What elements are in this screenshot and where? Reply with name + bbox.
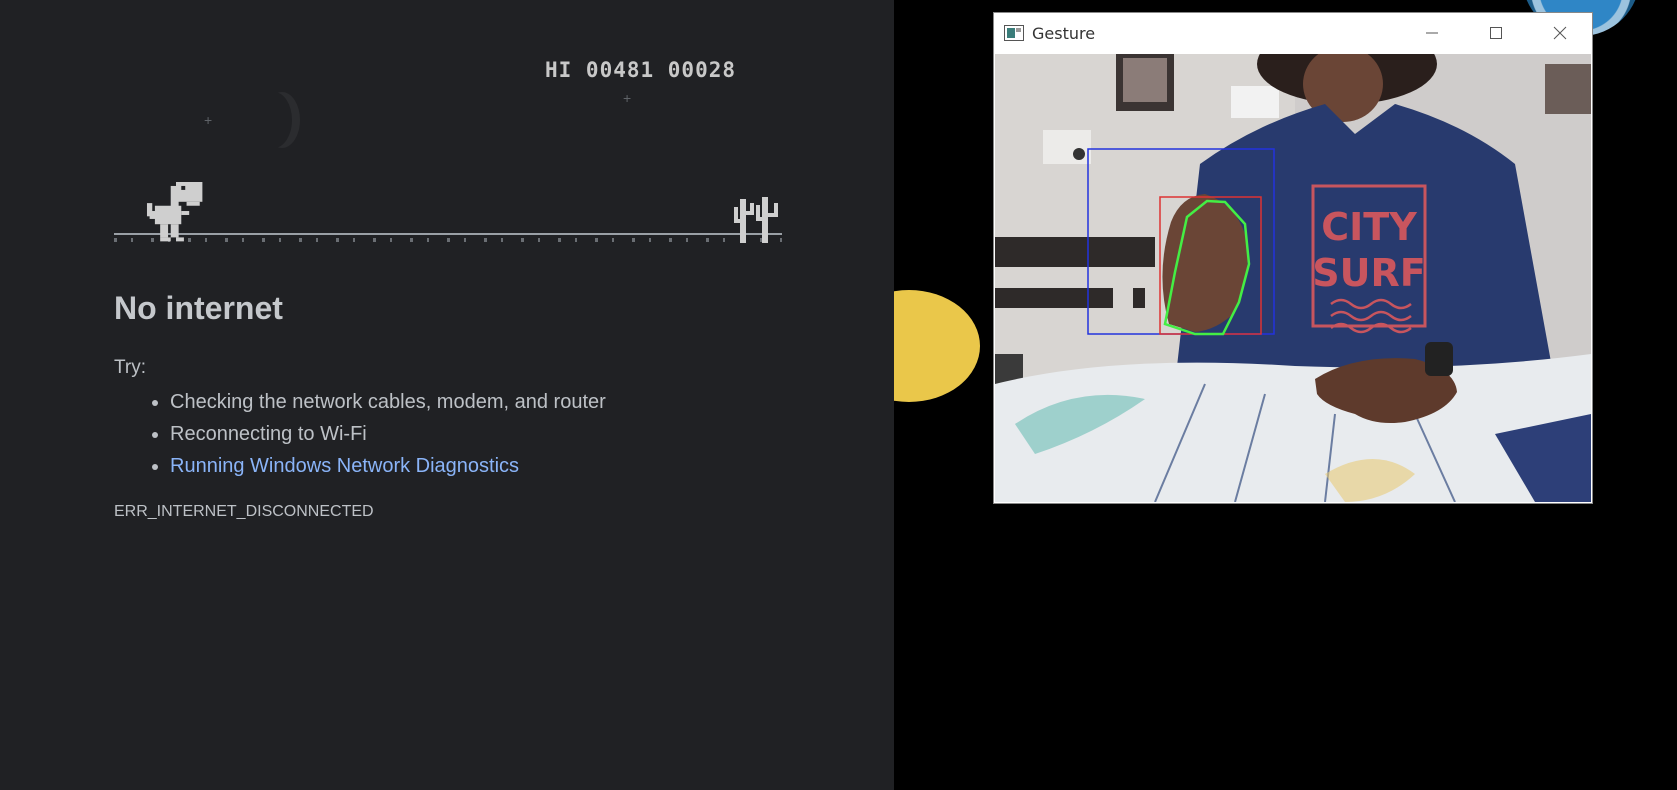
network-diagnostics-link[interactable]: Running Windows Network Diagnostics — [170, 455, 519, 477]
suggestion-item: Reconnecting to Wi-Fi — [170, 418, 606, 450]
shirt-text-city: CITY — [1321, 205, 1417, 249]
star-icon: + — [204, 112, 213, 128]
dino-game[interactable] — [114, 170, 782, 245]
shirt-text-surf: SURF — [1312, 251, 1425, 295]
try-label: Try: — [114, 357, 147, 378]
ground-texture — [114, 238, 782, 242]
suggestion-list: Checking the network cables, modem, and … — [114, 386, 606, 482]
suggestion-item: Running Windows Network Diagnostics — [170, 450, 606, 482]
close-button[interactable] — [1528, 13, 1592, 53]
camera-feed: CITY SURF — [995, 54, 1591, 502]
maximize-button[interactable] — [1464, 13, 1528, 53]
maximize-icon — [1490, 27, 1502, 39]
window-controls — [1400, 13, 1592, 53]
cactus-icon — [734, 197, 778, 243]
window-titlebar[interactable]: Gesture — [994, 13, 1592, 53]
offline-page: HI 00481 00028 + + No internet Try: • Ch… — [0, 0, 894, 790]
close-icon — [1553, 26, 1567, 40]
score-display: HI 00481 00028 — [545, 58, 737, 82]
app-icon — [1004, 25, 1024, 41]
moon-icon — [256, 92, 292, 148]
star-icon: + — [623, 90, 632, 106]
page-title: No internet — [114, 290, 283, 326]
gesture-window: Gesture CITY SURF — [994, 13, 1592, 503]
camera-frame: CITY SURF — [995, 54, 1591, 502]
dino-icon — [146, 182, 203, 242]
minimize-icon — [1426, 32, 1438, 34]
suggestion-item: Checking the network cables, modem, and … — [170, 386, 606, 418]
window-title: Gesture — [1032, 23, 1096, 43]
minimize-button[interactable] — [1400, 13, 1464, 53]
error-code: ERR_INTERNET_DISCONNECTED — [114, 503, 374, 520]
ground-line — [114, 233, 782, 235]
